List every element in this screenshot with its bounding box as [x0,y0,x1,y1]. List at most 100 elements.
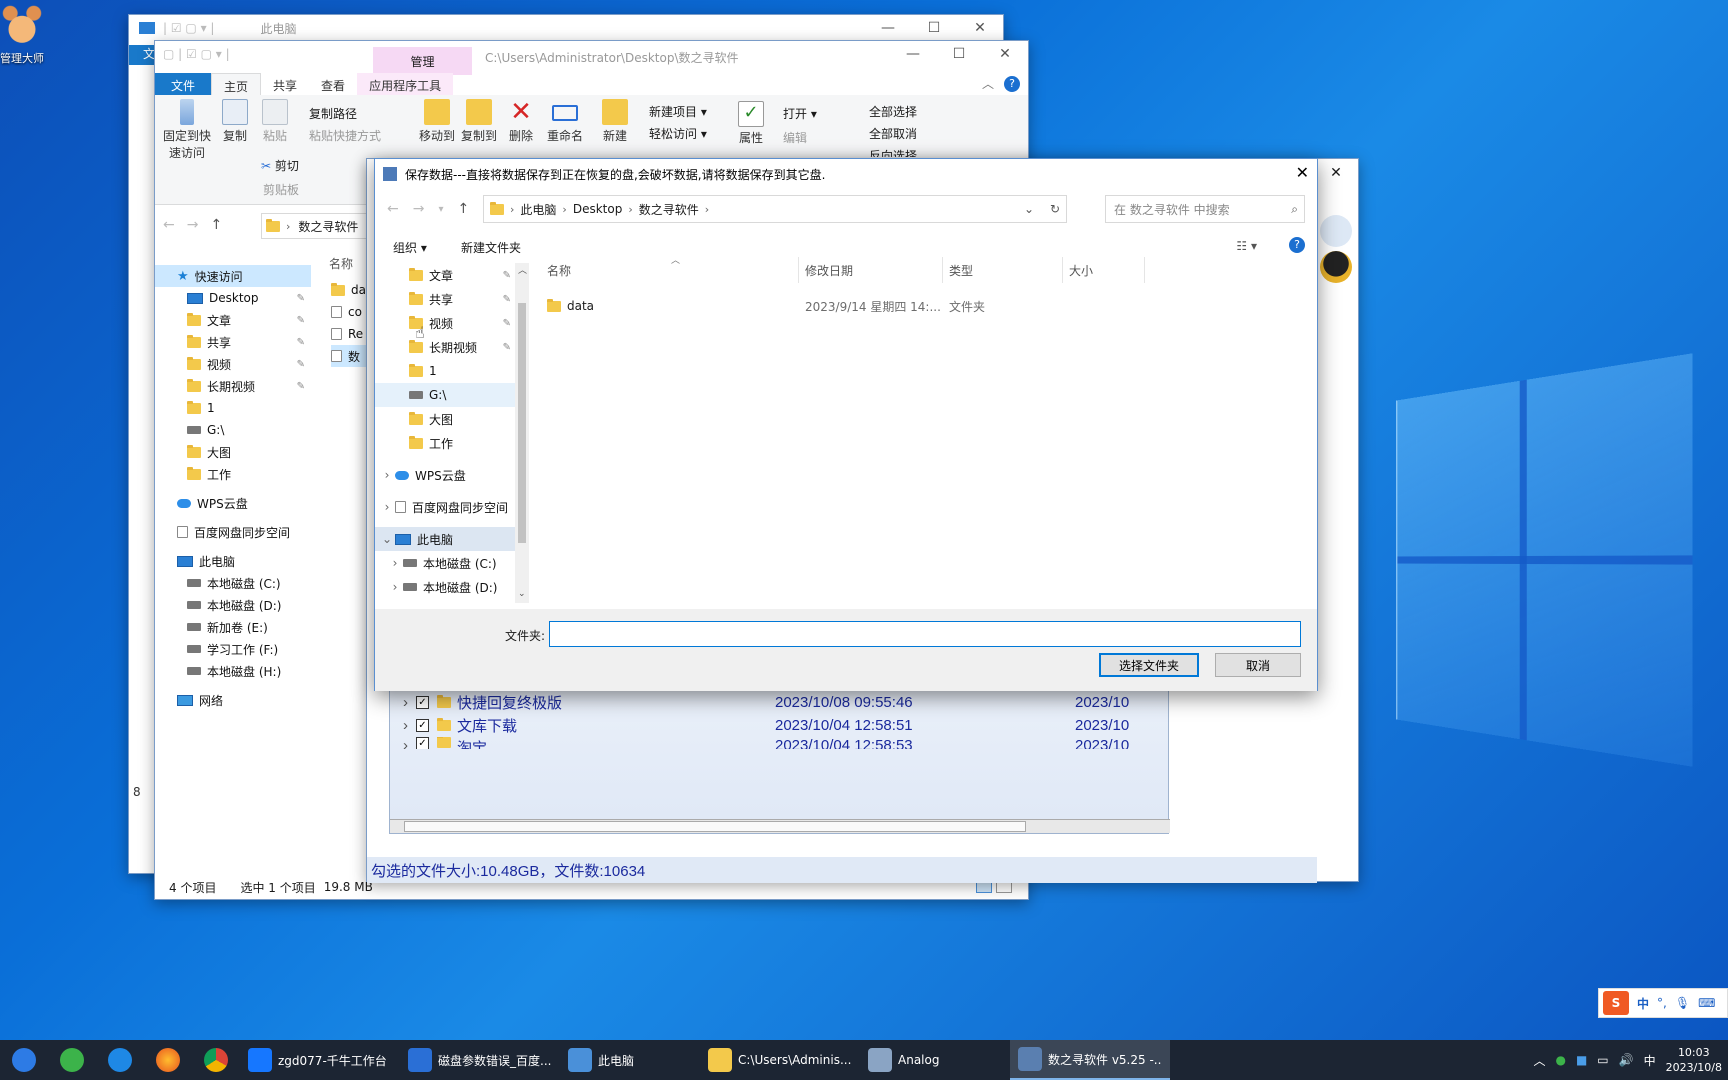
search-input[interactable]: 在 数之寻软件 中搜索 ⌕ [1105,195,1305,223]
tab-share[interactable]: 共享 [261,73,309,95]
nav-item[interactable]: WPS云盘 [155,492,311,514]
crumb-desktop[interactable]: Desktop [573,202,623,216]
easy-access-button[interactable]: 轻松访问 ▾ [649,125,707,142]
punctuation-icon[interactable]: °, [1657,996,1667,1010]
chrome-icon[interactable] [192,1040,240,1080]
list-item[interactable]: Re [331,323,371,345]
expand-chevron-icon[interactable]: › [387,580,403,594]
nav-item[interactable]: 共享 ✎ [375,287,515,311]
expand-chevron-icon[interactable]: › [379,500,395,514]
nav-item[interactable]: 工作 [155,463,311,485]
nav-item[interactable]: 共享 ✎ [155,331,311,353]
tab-view[interactable]: 查看 [309,73,357,95]
nav-item[interactable]: › WPS云盘 [375,463,515,487]
expand-chevron-icon[interactable]: › [379,468,395,482]
invert-selection-button[interactable]: 反向选择 [869,147,917,157]
ime-language[interactable]: 中 [1637,995,1649,1012]
k-app-icon[interactable] [96,1040,144,1080]
nav-item[interactable]: 本地磁盘 (D:) [155,594,311,616]
back-arrow-icon[interactable]: ← [387,201,399,217]
qq-penguin-icon[interactable] [1320,251,1352,283]
expand-chevron-icon[interactable]: ⌄ [379,532,395,546]
nav-item[interactable]: ★ 快速访问 [155,265,311,287]
new-folder-button[interactable]: 新建文件夹 [461,239,521,256]
close-button[interactable]: ✕ [957,15,1003,41]
nav-item[interactable]: 长期视频 ✎ [155,375,311,397]
table-row[interactable]: › ✓ 文库下载 2023/10/04 12:58:51 2023/10 [390,714,1137,737]
minimize-button[interactable]: — [865,15,911,41]
tab-app-tools[interactable]: 应用程序工具 [357,73,454,95]
taskbar-app[interactable]: 此电脑 [560,1040,700,1080]
select-all-button[interactable]: 全部选择 [869,103,917,120]
recent-dropdown-icon[interactable]: ▾ [438,204,443,217]
column-date[interactable]: 修改日期 [799,257,943,283]
crumb-folder[interactable]: 数之寻软件 [639,201,699,218]
help-icon[interactable]: ? [1004,75,1020,92]
nav-item[interactable]: 大图 [155,441,311,463]
nav-item[interactable]: 百度网盘同步空间 [155,521,311,543]
nav-item[interactable]: 本地磁盘 (H:) [155,660,311,682]
column-type[interactable]: 类型 [943,257,1063,283]
nav-item[interactable]: 视频 ✎ [155,353,311,375]
tab-file[interactable]: 文 [129,45,155,65]
rename-button[interactable]: 重命名 [543,99,587,144]
chevron-up-icon[interactable]: ︿ [1533,1052,1545,1069]
nav-item[interactable]: Desktop ✎ [155,287,311,309]
copy-to-button[interactable]: 复制到 [459,99,499,144]
nav-item[interactable]: 工作 [375,431,515,455]
nav-item[interactable]: 长期视频 ✎ [375,335,515,359]
help-icon[interactable]: ? [1289,237,1305,253]
table-row[interactable]: › ✓ 快捷回复终极版 2023/10/08 09:55:46 2023/10 [390,691,1137,714]
paste-shortcut-button[interactable]: 粘贴快捷方式 [309,127,381,144]
minimize-button[interactable]: — [890,41,936,67]
taskbar-app[interactable]: zgd077-千牛工作台 [240,1040,400,1080]
cancel-button[interactable]: 取消 [1215,653,1301,677]
nav-scrollbar[interactable]: ︿ ⌄ [515,263,529,603]
nav-item[interactable]: G:\ [155,419,311,441]
wechat-icon[interactable]: ● [1555,1053,1565,1067]
table-row[interactable]: › ✓ 淘宝 2023/10/04 12:58:53 2023/10 [390,737,1137,749]
nav-item[interactable]: 视频 ✎ [375,311,515,335]
nav-item[interactable]: › 本地磁盘 (D:) [375,575,515,599]
close-button[interactable]: ✕ [1314,159,1358,187]
nav-item[interactable]: 此电脑 [155,550,311,572]
nav-scrollbar-thumb[interactable] [518,303,526,543]
address-bar[interactable]: › 数之寻软件 [261,213,373,239]
copy-button[interactable]: 复制 [217,99,253,144]
close-button[interactable]: ✕ [1296,163,1309,182]
open-button[interactable]: 打开 ▾ [783,105,817,122]
sogou-browser-icon[interactable] [0,1040,48,1080]
view-options-icon[interactable]: ☷ ▾ [1236,239,1257,253]
manage-context-tab[interactable]: 管理 [373,47,472,75]
forward-arrow-icon[interactable]: → [413,201,425,217]
list-item[interactable]: 数 [331,345,371,367]
360-browser-icon[interactable] [48,1040,96,1080]
volume-icon[interactable]: 🔊 [1619,1053,1634,1067]
collapse-ribbon-icon[interactable]: ︿ [982,75,994,92]
list-item[interactable]: co [331,301,371,323]
edit-button[interactable]: 编辑 [783,129,807,146]
nav-item[interactable]: 文章 ✎ [375,263,515,287]
organize-menu[interactable]: 组织 ▾ [393,239,427,256]
nav-item[interactable]: 学习工作 (F:) [155,638,311,660]
expand-icon[interactable]: › [390,717,416,734]
scrollbar-thumb[interactable] [404,821,1026,832]
row-checkbox[interactable]: ✓ [416,696,429,709]
clock[interactable]: 10:03 2023/10/8 [1666,1045,1722,1075]
firefox-icon[interactable] [144,1040,192,1080]
taskbar-app[interactable]: 数之寻软件 v5.25 -... [1010,1040,1170,1080]
save-folder-dialog[interactable]: 保存数据---直接将数据保存到正在恢复的盘,会破坏数据,请将数据保存到其它盘. … [374,158,1318,691]
new-folder-button[interactable]: 新建 [599,99,631,144]
nav-item[interactable]: 网络 [155,689,311,711]
crumb-this-pc[interactable]: 此电脑 [520,201,556,218]
copy-path-button[interactable]: 复制路径 [309,105,357,122]
nav-item[interactable]: G:\ [375,383,515,407]
back-arrow-icon[interactable]: ← [163,217,175,233]
taskbar-app[interactable]: Analog [860,1040,1010,1080]
nav-item[interactable]: ⌄ 此电脑 [375,527,515,551]
microphone-icon[interactable]: 🎙 [1675,996,1690,1010]
cloud-icon[interactable] [1320,215,1352,247]
row-checkbox[interactable]: ✓ [416,719,429,732]
nav-item[interactable]: › 本地磁盘 (C:) [375,551,515,575]
nav-item[interactable]: 大图 [375,407,515,431]
